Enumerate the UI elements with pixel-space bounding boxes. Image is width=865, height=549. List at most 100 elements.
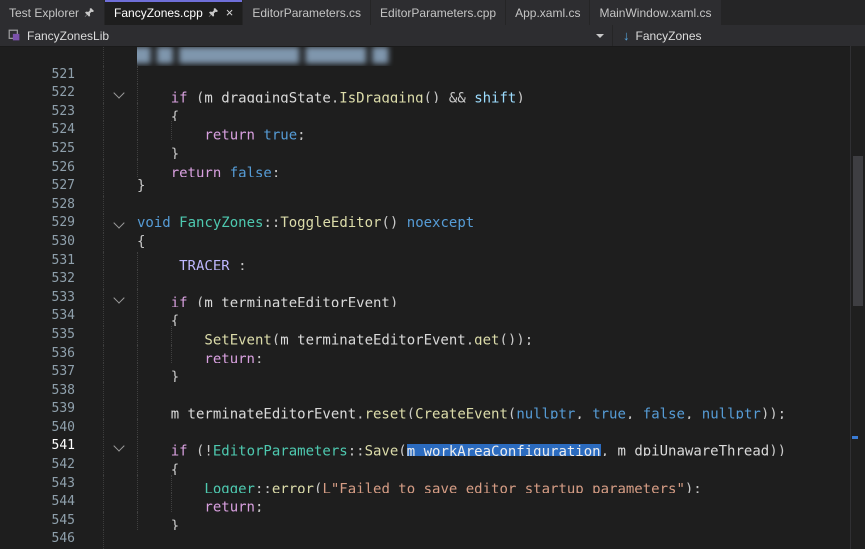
code-token: } (171, 147, 179, 159)
indent-guide (137, 159, 171, 178)
line-number: 537 (0, 363, 75, 382)
code-line[interactable]: 536return; (0, 345, 865, 364)
code-line[interactable]: 529void FancyZones::ToggleEditor() noexc… (0, 214, 865, 233)
code-token: return (204, 500, 255, 512)
code-text: } (137, 177, 865, 196)
code-token: )); (761, 407, 786, 419)
tab-app-xaml-cs[interactable]: App.xaml.cs (506, 0, 590, 25)
fold-margin (75, 289, 137, 308)
fold-margin (75, 214, 137, 233)
code-token: , (575, 407, 592, 419)
code-token: ); (685, 481, 702, 493)
code-line[interactable]: 522if (m_draggingState.IsDragging() && s… (0, 84, 865, 103)
code-line[interactable]: 546 (0, 530, 865, 549)
code-line[interactable]: 542{ (0, 456, 865, 475)
pin-icon[interactable] (208, 7, 219, 18)
code-text: } (137, 512, 865, 531)
project-dropdown[interactable]: FancyZonesLib (0, 25, 612, 46)
fold-chevron-icon[interactable] (113, 441, 124, 452)
scrollbar-thumb[interactable] (853, 156, 863, 306)
line-number: 533 (0, 289, 75, 308)
chevron-down-icon (596, 34, 604, 38)
line-number: 532 (0, 270, 75, 289)
line-number: 531 (0, 252, 75, 271)
indent-guide (137, 289, 171, 308)
indent-guide (137, 307, 171, 326)
code-line[interactable]: 532 (0, 270, 865, 289)
line-number: 526 (0, 159, 75, 178)
code-token: IsDragging (339, 91, 423, 103)
line-number: 528 (0, 196, 75, 215)
code-token (221, 165, 229, 177)
close-icon[interactable]: × (226, 6, 234, 19)
code-line[interactable]: 526 return false; (0, 159, 865, 178)
scope-dropdown-label: FancyZones (636, 29, 702, 43)
tab-fancyzones-cpp[interactable]: FancyZones.cpp× (105, 0, 243, 25)
indent-guide (171, 121, 205, 140)
code-line[interactable]: 530 { (0, 233, 865, 252)
fold-margin (75, 159, 137, 178)
fold-margin (75, 345, 137, 364)
fold-chevron-icon[interactable] (113, 88, 124, 99)
code-token: Logger (204, 481, 255, 493)
code-text: m_terminateEditorEvent.reset(CreateEvent… (137, 400, 865, 419)
code-token: m_terminateEditorEvent (280, 333, 465, 345)
code-line[interactable]: 535SetEvent(m_terminateEditorEvent.get()… (0, 326, 865, 345)
code-line[interactable]: 534{ (0, 307, 865, 326)
code-line[interactable]: 538 (0, 382, 865, 401)
code-token: noexcept (407, 215, 474, 231)
code-token: ; (255, 500, 263, 512)
code-text: if (!EditorParameters::Save(m_workAreaCo… (137, 437, 865, 456)
code-editor[interactable]: ██████ ██ ████████████████ ████████ ██52… (0, 47, 865, 549)
indent-guide (137, 103, 171, 122)
code-line[interactable]: 523{ (0, 103, 865, 122)
code-text: } (137, 140, 865, 159)
code-text: ██████ ██ ████████████████ ████████ ██ (137, 47, 865, 66)
code-line[interactable]: 539m_terminateEditorEvent.reset(CreateEv… (0, 400, 865, 419)
tab-editorparameters-cpp[interactable]: EditorParameters.cpp (371, 0, 506, 25)
tab-test-explorer[interactable]: Test Explorer (0, 0, 105, 25)
line-number: 530 (0, 233, 75, 252)
code-token: :: (255, 481, 272, 493)
indent-guide (137, 456, 171, 475)
code-line[interactable]: 533if (m_terminateEditorEvent) (0, 289, 865, 308)
code-text: } (137, 363, 865, 382)
fold-margin (75, 530, 137, 549)
vertical-scrollbar[interactable] (850, 46, 865, 549)
code-text: return false; (137, 159, 865, 178)
fold-margin (75, 233, 137, 252)
code-line[interactable]: 528 (0, 196, 865, 215)
code-line[interactable]: 544return; (0, 493, 865, 512)
code-token: m_draggingState (204, 91, 330, 103)
code-line[interactable]: 531_TRACER_; (0, 252, 865, 271)
code-line[interactable]: ██████ ██ ████████████████ ████████ ██ (0, 47, 865, 66)
code-line[interactable]: 543Logger::error(L"Failed to save editor… (0, 475, 865, 494)
code-line[interactable]: 527} (0, 177, 865, 196)
code-token: ( (407, 407, 415, 419)
code-token: get (474, 333, 499, 345)
line-number: 536 (0, 345, 75, 364)
code-line[interactable]: 525} (0, 140, 865, 159)
code-text: SetEvent(m_terminateEditorEvent.get()); (137, 326, 865, 345)
scope-dropdown[interactable]: ↓ FancyZones (612, 25, 865, 46)
pin-icon[interactable] (84, 7, 95, 18)
navigation-bar: FancyZonesLib ↓ FancyZones (0, 25, 865, 47)
code-line[interactable]: 540 (0, 419, 865, 438)
line-number: 522 (0, 84, 75, 103)
code-text: { (137, 233, 865, 252)
fold-margin (75, 400, 137, 419)
indent-guide (171, 475, 205, 494)
tab-mainwindow-xaml-cs[interactable]: MainWindow.xaml.cs (590, 0, 721, 25)
code-text: void FancyZones::ToggleEditor() noexcept (137, 214, 865, 233)
fold-margin (75, 177, 137, 196)
code-line[interactable]: 524return true; (0, 121, 865, 140)
code-line[interactable]: 541if (!EditorParameters::Save(m_workAre… (0, 437, 865, 456)
code-line[interactable]: 537} (0, 363, 865, 382)
tab-editorparameters-cs[interactable]: EditorParameters.cs (243, 0, 371, 25)
tab-label: MainWindow.xaml.cs (599, 6, 711, 20)
fold-chevron-icon[interactable] (113, 292, 124, 303)
code-line[interactable]: 521 (0, 66, 865, 85)
fold-margin (75, 456, 137, 475)
fold-chevron-icon[interactable] (113, 218, 124, 229)
code-line[interactable]: 545} (0, 512, 865, 531)
